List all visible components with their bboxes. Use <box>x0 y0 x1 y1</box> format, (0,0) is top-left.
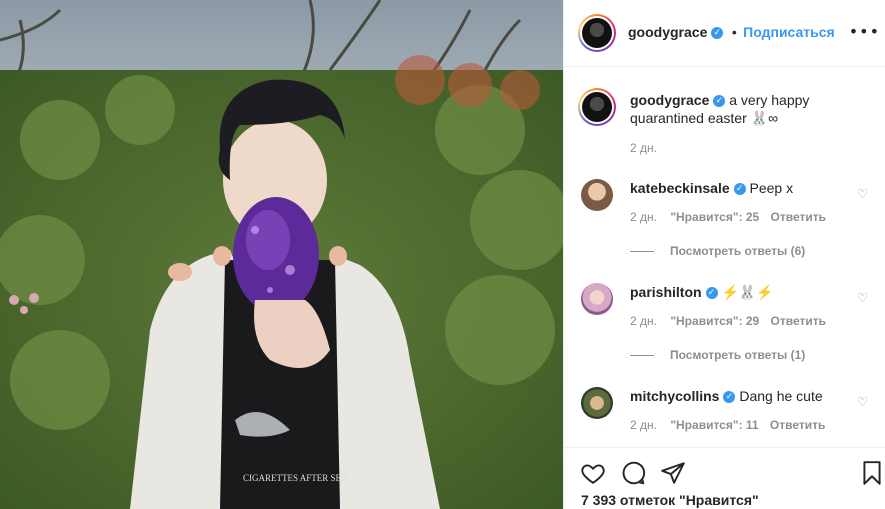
view-replies-button[interactable]: Посмотреть ответы (1) <box>630 348 805 362</box>
author-username[interactable]: goodygrace <box>628 24 707 40</box>
comment-like-heart-icon[interactable]: ♡ <box>857 395 868 409</box>
comment-time[interactable]: 2 дн. <box>630 210 657 224</box>
caption-time[interactable]: 2 дн. <box>630 141 657 155</box>
heart-icon[interactable] <box>580 460 606 486</box>
comment-text: Peep x <box>749 180 794 196</box>
comment-likes[interactable]: "Нравится": 11 <box>670 418 758 432</box>
commenter-avatar[interactable] <box>581 387 613 419</box>
verified-badge-icon: ✓ <box>711 26 724 39</box>
post-header: goodygrace ✓ • Подписаться ••• <box>564 0 885 67</box>
comment-username[interactable]: mitchycollins <box>630 388 719 404</box>
view-replies-label: Посмотреть ответы (6) <box>670 244 806 258</box>
comment-like-heart-icon[interactable]: ♡ <box>857 187 868 201</box>
view-replies-label: Посмотреть ответы (1) <box>670 348 806 362</box>
bookmark-icon[interactable] <box>859 460 885 486</box>
caption-block: goodygrace ✓ a very happy quarantined eas… <box>630 91 866 127</box>
view-replies-button[interactable]: Посмотреть ответы (6) <box>630 244 805 258</box>
comment-time[interactable]: 2 дн. <box>630 418 657 432</box>
more-options-icon[interactable]: ••• <box>849 22 880 41</box>
replies-divider <box>630 251 654 253</box>
comment: katebeckinsale ✓ Peep x <box>630 179 850 197</box>
shirt-print-text: CIGARETTES AFTER SEX <box>243 473 348 483</box>
post-photo[interactable]: CIGARETTES AFTER SEX <box>0 0 563 509</box>
instagram-post-view: CIGARETTES AFTER SEX goodygrace ✓ • Подп… <box>0 0 885 509</box>
comments-list: goodygrace ✓ a very happy quarantined eas… <box>564 68 885 447</box>
header-separator: • <box>731 24 737 40</box>
verified-badge-icon: ✓ <box>723 391 736 404</box>
likes-count[interactable]: 7 393 отметок "Нравится" <box>581 492 759 508</box>
reply-button[interactable]: Ответить <box>770 418 825 432</box>
follow-button[interactable]: Подписаться <box>743 24 835 40</box>
comment-meta: 2 дн. "Нравится": 25 Ответить <box>630 210 826 224</box>
author-avatar[interactable] <box>578 14 616 52</box>
comment: parishilton ✓ ⚡️🐰⚡️ <box>630 283 850 301</box>
verified-badge-icon: ✓ <box>705 287 718 300</box>
verified-badge-icon: ✓ <box>733 183 746 196</box>
comment-time[interactable]: 2 дн. <box>630 314 657 328</box>
comment: mitchycollins ✓ Dang he cute <box>630 387 850 405</box>
comment-likes[interactable]: "Нравится": 29 <box>670 314 759 328</box>
comment-text: ⚡️🐰⚡️ <box>721 284 774 300</box>
reply-button[interactable]: Ответить <box>771 314 826 328</box>
commenter-avatar[interactable] <box>581 179 613 211</box>
caption-username[interactable]: goodygrace <box>630 92 709 108</box>
reply-button[interactable]: Ответить <box>771 210 826 224</box>
commenter-avatar[interactable] <box>581 283 613 315</box>
verified-badge-icon: ✓ <box>713 95 726 108</box>
comment-like-heart-icon[interactable]: ♡ <box>857 291 868 305</box>
comment-text: Dang he cute <box>739 388 823 404</box>
comment-meta: 2 дн. "Нравится": 11 Ответить <box>630 418 825 432</box>
caption-avatar[interactable] <box>578 88 616 126</box>
comment-username[interactable]: katebeckinsale <box>630 180 730 196</box>
comment-likes[interactable]: "Нравится": 25 <box>670 210 759 224</box>
post-actions-bar: 7 393 отметок "Нравится" <box>564 447 885 509</box>
share-icon[interactable] <box>660 460 686 486</box>
post-side-panel: goodygrace ✓ • Подписаться ••• goodygrace… <box>563 0 885 509</box>
comment-icon[interactable] <box>620 460 646 486</box>
comment-meta: 2 дн. "Нравится": 29 Ответить <box>630 314 826 328</box>
comment-username[interactable]: parishilton <box>630 284 702 300</box>
post-image: CIGARETTES AFTER SEX <box>0 0 563 509</box>
replies-divider <box>630 355 654 357</box>
